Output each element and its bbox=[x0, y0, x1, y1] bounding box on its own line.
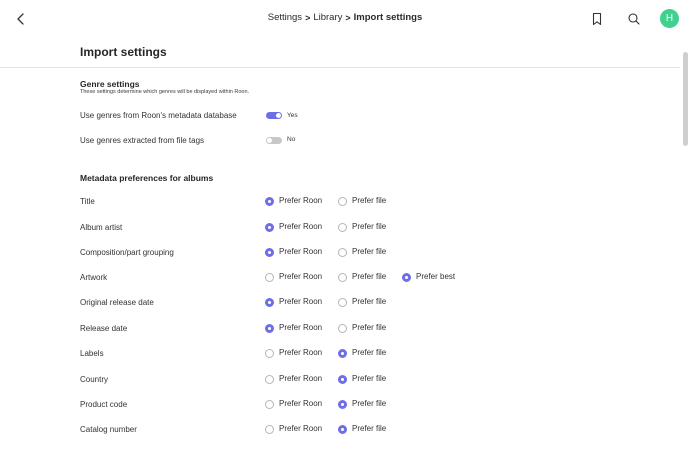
metadata-row-label: Original release date bbox=[80, 298, 154, 307]
radio-unselected-icon bbox=[265, 349, 274, 358]
bookmark-icon bbox=[592, 12, 602, 26]
metadata-section-title: Metadata preferences for albums bbox=[80, 173, 214, 183]
radio-unselected-icon bbox=[338, 223, 347, 232]
genre-section-description: These settings determine which genres wi… bbox=[80, 89, 250, 95]
radio-selected-icon bbox=[338, 425, 347, 434]
radio-option-label: Prefer Roon bbox=[279, 272, 323, 281]
page-title: Import settings bbox=[80, 45, 167, 59]
toggle-state-text: Yes bbox=[287, 112, 298, 119]
search-icon bbox=[628, 13, 640, 25]
radio-option-label: Prefer Roon bbox=[279, 222, 323, 231]
radio-selected-icon bbox=[265, 324, 274, 333]
scrollbar[interactable] bbox=[683, 52, 688, 146]
radio-option-label: Prefer best bbox=[416, 272, 456, 281]
avatar[interactable]: H bbox=[660, 9, 679, 28]
radio-option-label: Prefer file bbox=[352, 196, 387, 205]
radio-option-label: Prefer file bbox=[352, 323, 387, 332]
radio-option-label: Prefer file bbox=[352, 272, 387, 281]
metadata-row-label: Artwork bbox=[80, 273, 108, 282]
radio-unselected-icon bbox=[265, 273, 274, 282]
radio-selected-icon bbox=[265, 223, 274, 232]
breadcrumb-separator: > bbox=[345, 12, 351, 23]
radio-unselected-icon bbox=[338, 273, 347, 282]
metadata-row-label: Country bbox=[80, 375, 109, 384]
breadcrumb-current: Import settings bbox=[353, 12, 423, 23]
metadata-row-label: Labels bbox=[80, 349, 104, 358]
radio-selected-icon bbox=[338, 349, 347, 358]
metadata-row-label: Catalog number bbox=[80, 425, 137, 434]
genre-toggle-file-tags[interactable] bbox=[266, 137, 282, 144]
radio-option-label: Prefer Roon bbox=[279, 247, 323, 256]
genre-section-title: Genre settings bbox=[80, 79, 140, 89]
breadcrumb-item-settings[interactable]: Settings bbox=[268, 12, 302, 23]
breadcrumb-separator: > bbox=[305, 12, 311, 23]
radio-selected-icon bbox=[265, 197, 274, 206]
radio-option-label: Prefer Roon bbox=[279, 323, 323, 332]
breadcrumb-item-library[interactable]: Library bbox=[313, 12, 342, 23]
toggle-knob bbox=[276, 113, 281, 118]
radio-option-label: Prefer Roon bbox=[279, 297, 323, 306]
radio-unselected-icon bbox=[338, 324, 347, 333]
search-button[interactable] bbox=[625, 10, 643, 28]
radio-unselected-icon bbox=[338, 197, 347, 206]
toggle-state-text: No bbox=[287, 136, 296, 143]
radio-option-label: Prefer file bbox=[352, 399, 387, 408]
metadata-row-label: Album artist bbox=[80, 223, 123, 232]
toggle-knob bbox=[267, 138, 272, 143]
genre-row-label: Use genres from Roon's metadata database bbox=[80, 111, 237, 120]
radio-selected-icon bbox=[338, 400, 347, 409]
radio-option-label: Prefer Roon bbox=[279, 374, 323, 383]
divider bbox=[0, 67, 680, 68]
radio-option-label: Prefer Roon bbox=[279, 424, 323, 433]
metadata-row-label: Product code bbox=[80, 400, 128, 409]
metadata-row-label: Composition/part grouping bbox=[80, 248, 174, 257]
radio-unselected-icon bbox=[338, 248, 347, 257]
genre-row-label: Use genres extracted from file tags bbox=[80, 136, 205, 145]
radio-option-label: Prefer Roon bbox=[279, 399, 323, 408]
radio-option-label: Prefer file bbox=[352, 247, 387, 256]
genre-toggle-roon-database[interactable] bbox=[266, 112, 282, 119]
radio-option-label: Prefer file bbox=[352, 297, 387, 306]
radio-selected-icon bbox=[402, 273, 411, 282]
radio-selected-icon bbox=[338, 375, 347, 384]
bookmark-button[interactable] bbox=[588, 10, 606, 28]
radio-selected-icon bbox=[265, 298, 274, 307]
radio-selected-icon bbox=[265, 248, 274, 257]
metadata-row-label: Title bbox=[80, 197, 95, 206]
radio-option-label: Prefer Roon bbox=[279, 348, 323, 357]
metadata-row-label: Release date bbox=[80, 324, 128, 333]
radio-unselected-icon bbox=[265, 400, 274, 409]
radio-unselected-icon bbox=[265, 425, 274, 434]
radio-unselected-icon bbox=[265, 375, 274, 384]
radio-option-label: Prefer file bbox=[352, 424, 387, 433]
top-bar: Settings > Library > Import settings H bbox=[0, 0, 690, 38]
radio-option-label: Prefer file bbox=[352, 348, 387, 357]
radio-option-label: Prefer file bbox=[352, 222, 387, 231]
breadcrumb: Settings > Library > Import settings bbox=[0, 12, 690, 23]
radio-unselected-icon bbox=[338, 298, 347, 307]
radio-option-label: Prefer file bbox=[352, 374, 387, 383]
radio-option-label: Prefer Roon bbox=[279, 196, 323, 205]
